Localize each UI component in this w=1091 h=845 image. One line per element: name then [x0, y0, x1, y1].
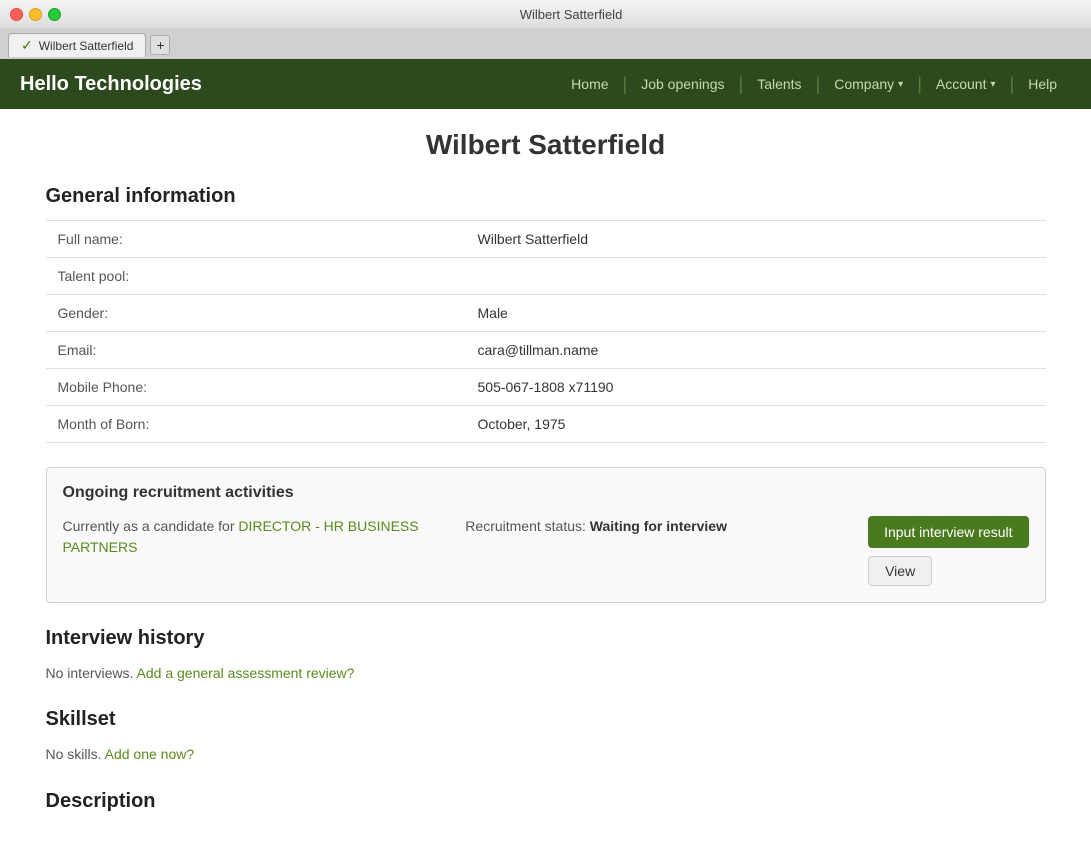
- field-value-phone: 505-067-1808 x71190: [466, 369, 1046, 406]
- recruitment-candidate-info: Currently as a candidate for DIRECTOR - …: [63, 516, 446, 558]
- brand-logo: Hello Technologies: [20, 73, 202, 96]
- account-dropdown-icon: ▾: [990, 79, 995, 90]
- table-row: Mobile Phone: 505-067-1808 x71190: [46, 369, 1046, 406]
- company-dropdown-icon: ▾: [898, 79, 903, 90]
- field-value-gender: Male: [466, 295, 1046, 332]
- view-button[interactable]: View: [868, 556, 932, 586]
- tab-bar: ✓ Wilbert Satterfield +: [0, 28, 1091, 58]
- candidate-link[interactable]: DIRECTOR - HR BUSINESS PARTNERS: [63, 518, 419, 555]
- tab-label: Wilbert Satterfield: [39, 39, 134, 53]
- nav-home[interactable]: Home: [557, 76, 622, 92]
- general-info-table: Full name: Wilbert Satterfield Talent po…: [46, 220, 1046, 443]
- field-label-fullname: Full name:: [46, 221, 466, 258]
- tab-check-icon: ✓: [21, 37, 33, 54]
- general-info-title: General information: [46, 185, 1046, 208]
- maximize-button[interactable]: [48, 8, 61, 21]
- skillset-title: Skillset: [46, 708, 1046, 731]
- table-row: Talent pool:: [46, 258, 1046, 295]
- field-label-email: Email:: [46, 332, 466, 369]
- window-controls: [10, 8, 61, 21]
- field-label-dob: Month of Born:: [46, 406, 466, 443]
- nav-company[interactable]: Company ▾: [820, 76, 917, 92]
- title-bar: Wilbert Satterfield: [0, 0, 1091, 28]
- field-label-gender: Gender:: [46, 295, 466, 332]
- navbar: Hello Technologies Home | Job openings |…: [0, 59, 1091, 109]
- nav-links: Home | Job openings | Talents | Company …: [557, 74, 1071, 95]
- add-assessment-link[interactable]: Add a general assessment review?: [137, 665, 355, 681]
- main-content: Wilbert Satterfield General information …: [26, 109, 1066, 845]
- field-label-phone: Mobile Phone:: [46, 369, 466, 406]
- window-title: Wilbert Satterfield: [61, 7, 1081, 22]
- table-row: Full name: Wilbert Satterfield: [46, 221, 1046, 258]
- table-row: Email: cara@tillman.name: [46, 332, 1046, 369]
- recruitment-status-info: Recruitment status: Waiting for intervie…: [465, 516, 848, 537]
- field-value-email: cara@tillman.name: [466, 332, 1046, 369]
- minimize-button[interactable]: [29, 8, 42, 21]
- nav-job-openings[interactable]: Job openings: [627, 76, 738, 92]
- recruitment-box: Ongoing recruitment activities Currently…: [46, 467, 1046, 603]
- nav-talents[interactable]: Talents: [743, 76, 815, 92]
- recruitment-box-title: Ongoing recruitment activities: [63, 484, 1029, 502]
- skillset-body: No skills. Add one now?: [46, 743, 1046, 765]
- nav-account-label: Account: [936, 76, 987, 92]
- field-value-fullname: Wilbert Satterfield: [466, 221, 1046, 258]
- new-tab-button[interactable]: +: [150, 35, 170, 55]
- nav-account[interactable]: Account ▾: [922, 76, 1010, 92]
- table-row: Gender: Male: [46, 295, 1046, 332]
- nav-company-label: Company: [834, 76, 894, 92]
- field-value-dob: October, 1975: [466, 406, 1046, 443]
- window-chrome: Wilbert Satterfield ✓ Wilbert Satterfiel…: [0, 0, 1091, 59]
- recruitment-actions: Input interview result View: [868, 516, 1028, 586]
- interview-history-body: No interviews. Add a general assessment …: [46, 662, 1046, 684]
- field-value-talentpool: [466, 258, 1046, 295]
- description-title: Description: [46, 790, 1046, 813]
- interview-history-title: Interview history: [46, 627, 1046, 650]
- nav-help[interactable]: Help: [1014, 76, 1071, 92]
- browser-tab[interactable]: ✓ Wilbert Satterfield: [8, 33, 146, 57]
- field-label-talentpool: Talent pool:: [46, 258, 466, 295]
- page-title: Wilbert Satterfield: [46, 129, 1046, 161]
- table-row: Month of Born: October, 1975: [46, 406, 1046, 443]
- close-button[interactable]: [10, 8, 23, 21]
- add-skill-link[interactable]: Add one now?: [105, 746, 195, 762]
- input-interview-result-button[interactable]: Input interview result: [868, 516, 1028, 548]
- recruitment-row: Currently as a candidate for DIRECTOR - …: [63, 516, 1029, 586]
